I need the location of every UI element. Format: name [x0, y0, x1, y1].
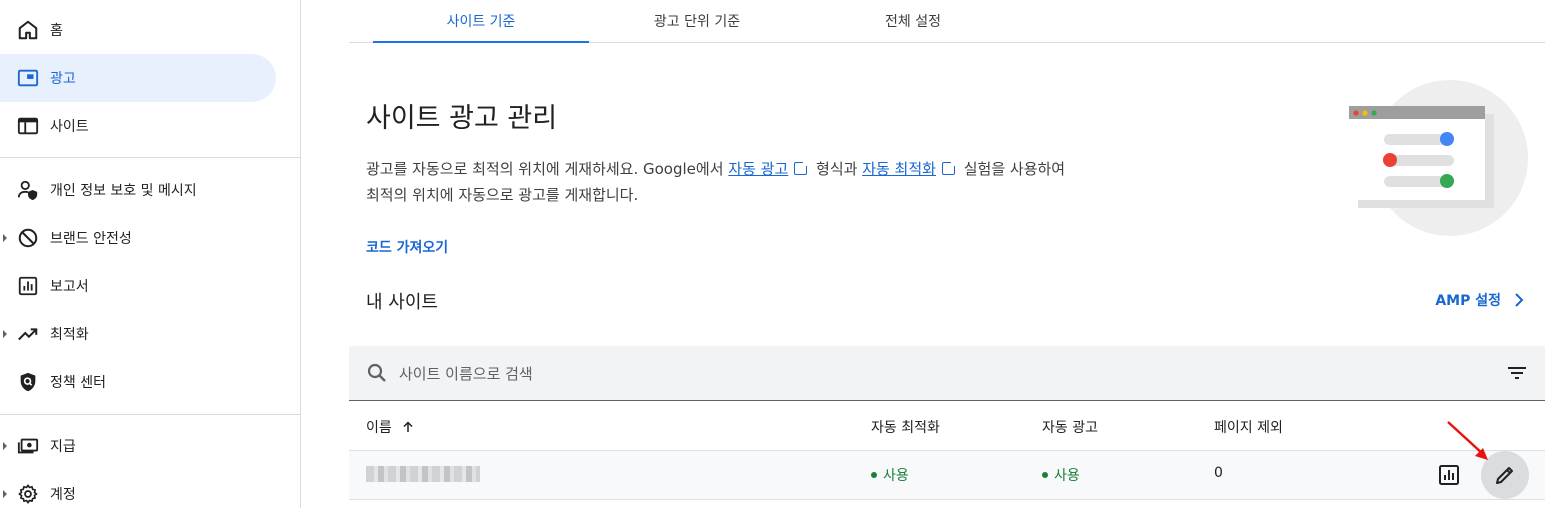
sidebar-item-reports[interactable]: 보고서 [0, 262, 276, 310]
column-header-auto-ads: 자동 광고 [1042, 420, 1098, 436]
gear-icon [16, 482, 40, 506]
column-header-excluded-pages: 페이지 제외 [1214, 420, 1283, 436]
sites-table-header: 이름 자동 최적화 자동 광고 페이지 제외 [349, 402, 1545, 451]
amp-settings-button[interactable]: AMP 설정 [1435, 290, 1527, 310]
tab-global-settings[interactable]: 전체 설정 [805, 0, 1021, 42]
sidebar-item-sites[interactable]: 사이트 [0, 102, 276, 150]
site-search-input[interactable] [397, 358, 1301, 390]
sidebar-item-label: 정책 센터 [50, 375, 106, 391]
expand-caret-icon [3, 234, 7, 242]
sidebar-item-payments[interactable]: 지급 [0, 422, 276, 470]
tab-label: 전체 설정 [885, 14, 941, 30]
tab-active-indicator [373, 41, 589, 43]
column-header-name[interactable]: 이름 [366, 417, 414, 437]
description-text: 형식과 [811, 160, 863, 178]
open-in-new-icon [794, 160, 810, 175]
expand-caret-icon [3, 490, 7, 498]
excluded-pages-count: 0 [1214, 465, 1223, 481]
auto-optimize-status: 사용 [871, 465, 909, 485]
sidebar-item-label: 최적화 [50, 327, 89, 343]
sidebar-item-privacy[interactable]: 개인 정보 보호 및 메시지 [0, 166, 276, 214]
tab-by-ad-unit[interactable]: 광고 단위 기준 [589, 0, 805, 42]
page-description: 광고를 자동으로 최적의 위치에 게재하세요. Google에서 자동 광고 형… [366, 156, 1126, 208]
status-dot-icon [1042, 472, 1048, 478]
arrow-up-icon [403, 421, 413, 432]
chevron-right-icon [1515, 293, 1524, 307]
description-text: 최적의 위치에 자동으로 광고를 게재합니다. [366, 186, 639, 204]
sidebar-item-brand-safety[interactable]: 브랜드 안전성 [0, 214, 276, 262]
main-content: 사이트 기준 광고 단위 기준 전체 설정 사이트 광고 관리 광고를 자동으로… [349, 0, 1545, 508]
search-icon [367, 363, 386, 382]
sidebar-item-label: 브랜드 안전성 [50, 231, 132, 247]
sidebar-item-account[interactable]: 계정 [0, 470, 276, 518]
ads-icon [16, 66, 40, 90]
description-text: 실험을 사용하여 [958, 160, 1066, 178]
tab-bar: 사이트 기준 광고 단위 기준 전체 설정 [349, 0, 1545, 43]
sidebar-item-label: 지급 [50, 439, 76, 455]
privacy-icon [16, 178, 40, 202]
description-text: 광고를 자동으로 최적의 위치에 게재하세요. Google에서 [366, 160, 729, 178]
tab-label: 사이트 기준 [446, 14, 516, 30]
column-header-label: 이름 [366, 420, 392, 436]
sidebar-item-ads[interactable]: 광고 [0, 54, 276, 102]
amp-settings-label: AMP 설정 [1435, 293, 1501, 309]
sidebar-item-label: 계정 [50, 487, 76, 503]
sidebar: 홈 광고 사이트 개인 정보 보호 및 메시지 브랜드 안전성 보고서 최적화 … [0, 0, 301, 508]
sidebar-divider [0, 414, 300, 415]
table-row[interactable]: 사용 사용 0 [349, 451, 1545, 500]
tab-by-site[interactable]: 사이트 기준 [373, 0, 589, 43]
status-text: 사용 [1054, 468, 1080, 484]
sidebar-item-label: 개인 정보 보호 및 메시지 [50, 183, 197, 199]
filter-icon[interactable] [1505, 361, 1529, 385]
open-in-new-icon [941, 160, 957, 175]
sidebar-divider [0, 157, 300, 158]
block-icon [16, 226, 40, 250]
expand-caret-icon [3, 442, 7, 450]
sidebar-item-label: 보고서 [50, 279, 89, 295]
sites-icon [16, 114, 40, 138]
annotation-arrow-icon [1447, 421, 1488, 460]
sidebar-item-home[interactable]: 홈 [0, 6, 276, 54]
site-search-bar [349, 346, 1545, 401]
column-header-auto-optimize: 자동 최적화 [871, 420, 940, 436]
site-illustration [1349, 80, 1528, 236]
report-icon[interactable] [1437, 463, 1461, 487]
sidebar-item-policy-center[interactable]: 정책 센터 [0, 358, 276, 406]
payments-icon [16, 434, 40, 458]
home-icon [16, 18, 40, 42]
tab-label: 광고 단위 기준 [653, 14, 741, 30]
blurred-site-name [366, 466, 480, 482]
page-title: 사이트 광고 관리 [366, 103, 558, 134]
my-sites-heading: 내 사이트 [366, 292, 438, 313]
policy-icon [16, 370, 40, 394]
sidebar-item-label: 사이트 [50, 119, 89, 135]
status-text: 사용 [883, 468, 909, 484]
auto-ads-link[interactable]: 자동 광고 [728, 160, 788, 178]
sidebar-item-optimization[interactable]: 최적화 [0, 310, 276, 358]
sidebar-item-label: 홈 [50, 23, 63, 39]
sidebar-item-label: 광고 [50, 71, 76, 87]
pencil-icon [1496, 467, 1513, 484]
get-code-button[interactable]: 코드 가져오기 [366, 232, 448, 262]
status-dot-icon [871, 472, 877, 478]
expand-caret-icon [3, 330, 7, 338]
trending-icon [16, 322, 40, 346]
report-icon [16, 274, 40, 298]
auto-optimize-link[interactable]: 자동 최적화 [862, 160, 936, 178]
auto-ads-status: 사용 [1042, 465, 1080, 485]
